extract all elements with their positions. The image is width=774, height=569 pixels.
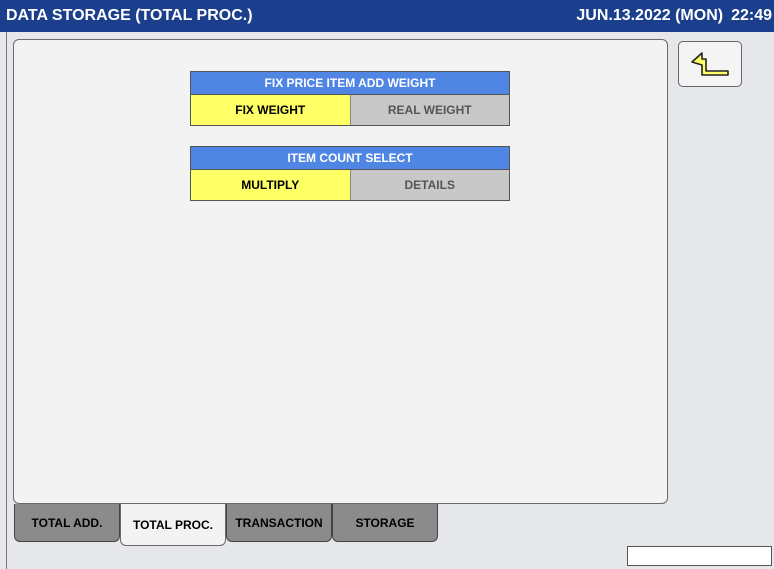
title-bar: DATA STORAGE (TOTAL PROC.) JUN.13.2022 (… [0,0,774,32]
return-arrow-icon [691,52,729,76]
tab-total-proc[interactable]: TOTAL PROC. [120,504,226,546]
item-count-group: ITEM COUNT SELECT MULTIPLY DETAILS [190,146,510,201]
option-row: MULTIPLY DETAILS [191,170,509,200]
group-header: ITEM COUNT SELECT [191,147,509,170]
time-text: 22:49 [731,7,772,24]
back-button[interactable] [678,41,742,87]
tab-storage[interactable]: STORAGE [332,504,438,542]
screen-title: DATA STORAGE (TOTAL PROC.) [6,7,253,24]
status-box [627,546,772,566]
tab-transaction[interactable]: TRANSACTION [226,504,332,542]
real-weight-option[interactable]: REAL WEIGHT [349,95,509,125]
date-time: JUN.13.2022 (MON) 22:49 [576,7,772,25]
settings-panel: FIX PRICE ITEM ADD WEIGHT FIX WEIGHT REA… [13,39,668,504]
group-header: FIX PRICE ITEM ADD WEIGHT [191,72,509,95]
fix-price-weight-group: FIX PRICE ITEM ADD WEIGHT FIX WEIGHT REA… [190,71,510,126]
tab-bar: TOTAL ADD. TOTAL PROC. TRANSACTION STORA… [14,504,438,546]
date-text: JUN.13.2022 (MON) [576,7,724,24]
option-row: FIX WEIGHT REAL WEIGHT [191,95,509,125]
multiply-option[interactable]: MULTIPLY [191,170,350,200]
details-option[interactable]: DETAILS [349,170,509,200]
left-divider [6,32,7,569]
fix-weight-option[interactable]: FIX WEIGHT [191,95,350,125]
tab-total-add[interactable]: TOTAL ADD. [14,504,120,542]
